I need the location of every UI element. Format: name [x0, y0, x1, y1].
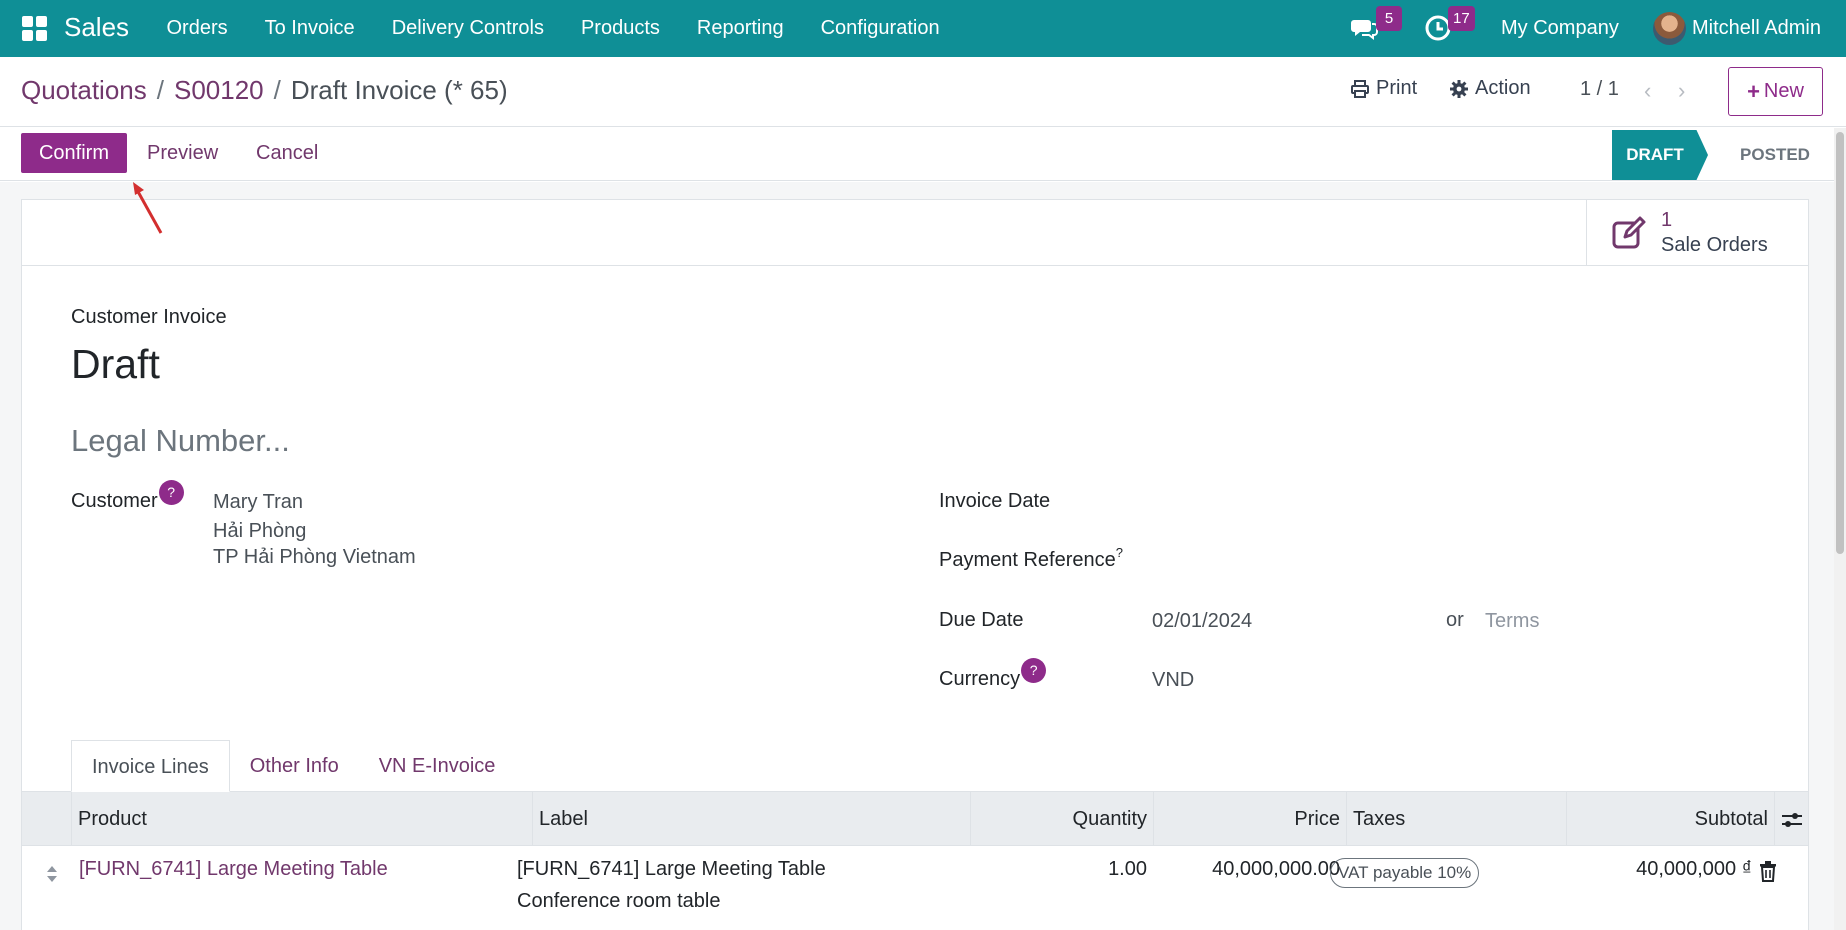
- menu-item-orders[interactable]: Orders: [148, 0, 246, 57]
- annotation-arrow-icon: [133, 182, 163, 234]
- app-name[interactable]: Sales: [64, 12, 129, 43]
- gear-icon: [1450, 79, 1468, 98]
- preview-button[interactable]: Preview: [147, 142, 218, 165]
- customer-address-line2: TP Hải Phòng Vietnam: [213, 546, 416, 568]
- invoice-name: Draft: [71, 341, 160, 387]
- activities-badge: 17: [1448, 6, 1475, 31]
- cancel-button[interactable]: Cancel: [256, 142, 318, 165]
- breadcrumb: Quotations / S00120 / Draft Invoice (* 65): [21, 75, 508, 106]
- breadcrumb-quotations[interactable]: Quotations: [21, 75, 147, 105]
- menu-item-delivery-controls[interactable]: Delivery Controls: [373, 0, 562, 57]
- payment-terms-input[interactable]: Terms: [1485, 610, 1539, 633]
- breadcrumb-current: Draft Invoice (* 65): [290, 75, 508, 105]
- column-price[interactable]: Price: [1153, 792, 1346, 846]
- tab-invoice-lines[interactable]: Invoice Lines: [71, 740, 230, 792]
- table-row[interactable]: [FURN_6741] Large Meeting Table [FURN_67…: [22, 846, 1808, 930]
- payment-reference-label: Payment Reference?: [939, 545, 1123, 571]
- payment-reference-help-icon[interactable]: ?: [1116, 545, 1123, 560]
- currency-help-icon[interactable]: ?: [1021, 658, 1047, 683]
- top-navbar: Sales Orders To Invoice Delivery Control…: [0, 0, 1846, 57]
- tab-other-info[interactable]: Other Info: [230, 740, 359, 792]
- control-panel: Quotations / S00120 / Draft Invoice (* 65) P…: [0, 57, 1846, 127]
- status-bar: Confirm Preview Cancel DRAFT POSTED: [0, 128, 1846, 181]
- company-switcher[interactable]: My Company: [1501, 0, 1619, 57]
- sale-orders-smart-button[interactable]: 1 Sale Orders: [1586, 200, 1808, 266]
- stage-posted[interactable]: POSTED: [1722, 130, 1828, 180]
- invoice-date-label: Invoice Date: [939, 490, 1051, 512]
- line-label-line1[interactable]: [FURN_6741] Large Meeting Table: [517, 858, 826, 881]
- line-product[interactable]: [FURN_6741] Large Meeting Table: [79, 858, 388, 881]
- customer-name[interactable]: Mary Tran: [213, 491, 303, 514]
- invoice-date-input[interactable]: [1152, 490, 1452, 516]
- column-label[interactable]: Label: [532, 792, 970, 846]
- menu-item-products[interactable]: Products: [562, 0, 678, 57]
- notebook-tabs: Invoice Lines Other Info VN E-Invoice: [71, 740, 515, 792]
- breadcrumb-separator: /: [156, 75, 164, 105]
- scrollbar-thumb[interactable]: [1836, 132, 1844, 554]
- edit-square-icon: [1612, 216, 1646, 249]
- print-icon: [1351, 79, 1369, 98]
- print-button[interactable]: Print: [1350, 77, 1417, 100]
- column-subtotal[interactable]: Subtotal: [1566, 792, 1774, 846]
- new-button[interactable]: + New: [1728, 67, 1823, 116]
- due-date-label: Due Date: [939, 609, 1024, 631]
- main-menu: Orders To Invoice Delivery Controls Prod…: [148, 0, 958, 57]
- pager-value[interactable]: 1 / 1: [1580, 78, 1619, 101]
- customer-help-icon[interactable]: ?: [158, 480, 184, 505]
- user-menu[interactable]: Mitchell Admin: [1692, 0, 1821, 57]
- payment-reference-input[interactable]: [1152, 549, 1452, 575]
- apps-grid-icon[interactable]: [22, 16, 47, 41]
- breadcrumb-order[interactable]: S00120: [174, 75, 264, 105]
- sale-orders-count: 1: [1661, 209, 1673, 231]
- invoice-lines-header: Product Label Quantity Price Taxes Subto…: [22, 792, 1808, 846]
- customer-label: Customer?: [71, 480, 184, 515]
- line-quantity[interactable]: 1.00: [970, 858, 1147, 881]
- form-sheet: 1 Sale Orders Customer Invoice Draft Cus…: [21, 199, 1809, 930]
- menu-item-configuration[interactable]: Configuration: [802, 0, 958, 57]
- print-label: Print: [1376, 77, 1418, 99]
- new-label: New: [1763, 80, 1804, 102]
- currency-label: Currency?: [939, 658, 1047, 693]
- legal-number-input[interactable]: [71, 423, 891, 459]
- column-settings-icon[interactable]: [1774, 792, 1808, 846]
- tab-vn-e-invoice[interactable]: VN E-Invoice: [359, 740, 516, 792]
- line-label-line2[interactable]: Conference room table: [517, 890, 720, 913]
- currency-input[interactable]: VND: [1152, 669, 1194, 692]
- menu-item-to-invoice[interactable]: To Invoice: [246, 0, 373, 57]
- invoice-type: Customer Invoice: [71, 306, 227, 328]
- customer-address-line1: Hải Phòng: [213, 520, 307, 542]
- column-taxes[interactable]: Taxes: [1346, 792, 1566, 846]
- user-avatar[interactable]: [1653, 12, 1686, 45]
- plus-icon: +: [1747, 78, 1760, 104]
- action-label: Action: [1475, 77, 1531, 99]
- button-box: 1 Sale Orders: [22, 200, 1808, 266]
- chevron-right-icon[interactable]: ›: [1678, 78, 1685, 104]
- column-quantity[interactable]: Quantity: [970, 792, 1153, 846]
- sale-orders-label: Sale Orders: [1661, 234, 1768, 256]
- line-subtotal: 40,000,000 ₫: [1636, 858, 1752, 880]
- scrollbar[interactable]: [1834, 128, 1846, 930]
- due-date-or: or: [1446, 609, 1464, 631]
- chevron-left-icon[interactable]: ‹: [1644, 78, 1651, 104]
- messages-badge: 5: [1376, 6, 1402, 31]
- breadcrumb-separator: /: [273, 75, 281, 105]
- line-tax-tag[interactable]: VAT payable 10%: [1330, 858, 1480, 888]
- drag-handle-icon[interactable]: [44, 864, 60, 884]
- menu-item-reporting[interactable]: Reporting: [678, 0, 802, 57]
- stage-draft[interactable]: DRAFT: [1612, 130, 1708, 180]
- action-button[interactable]: Action: [1449, 77, 1531, 100]
- column-product[interactable]: Product: [71, 792, 532, 846]
- confirm-button[interactable]: Confirm: [21, 133, 127, 173]
- line-price[interactable]: 40,000,000.00: [1153, 858, 1340, 881]
- trash-icon[interactable]: [1758, 860, 1778, 882]
- due-date-input[interactable]: 02/01/2024: [1152, 610, 1252, 633]
